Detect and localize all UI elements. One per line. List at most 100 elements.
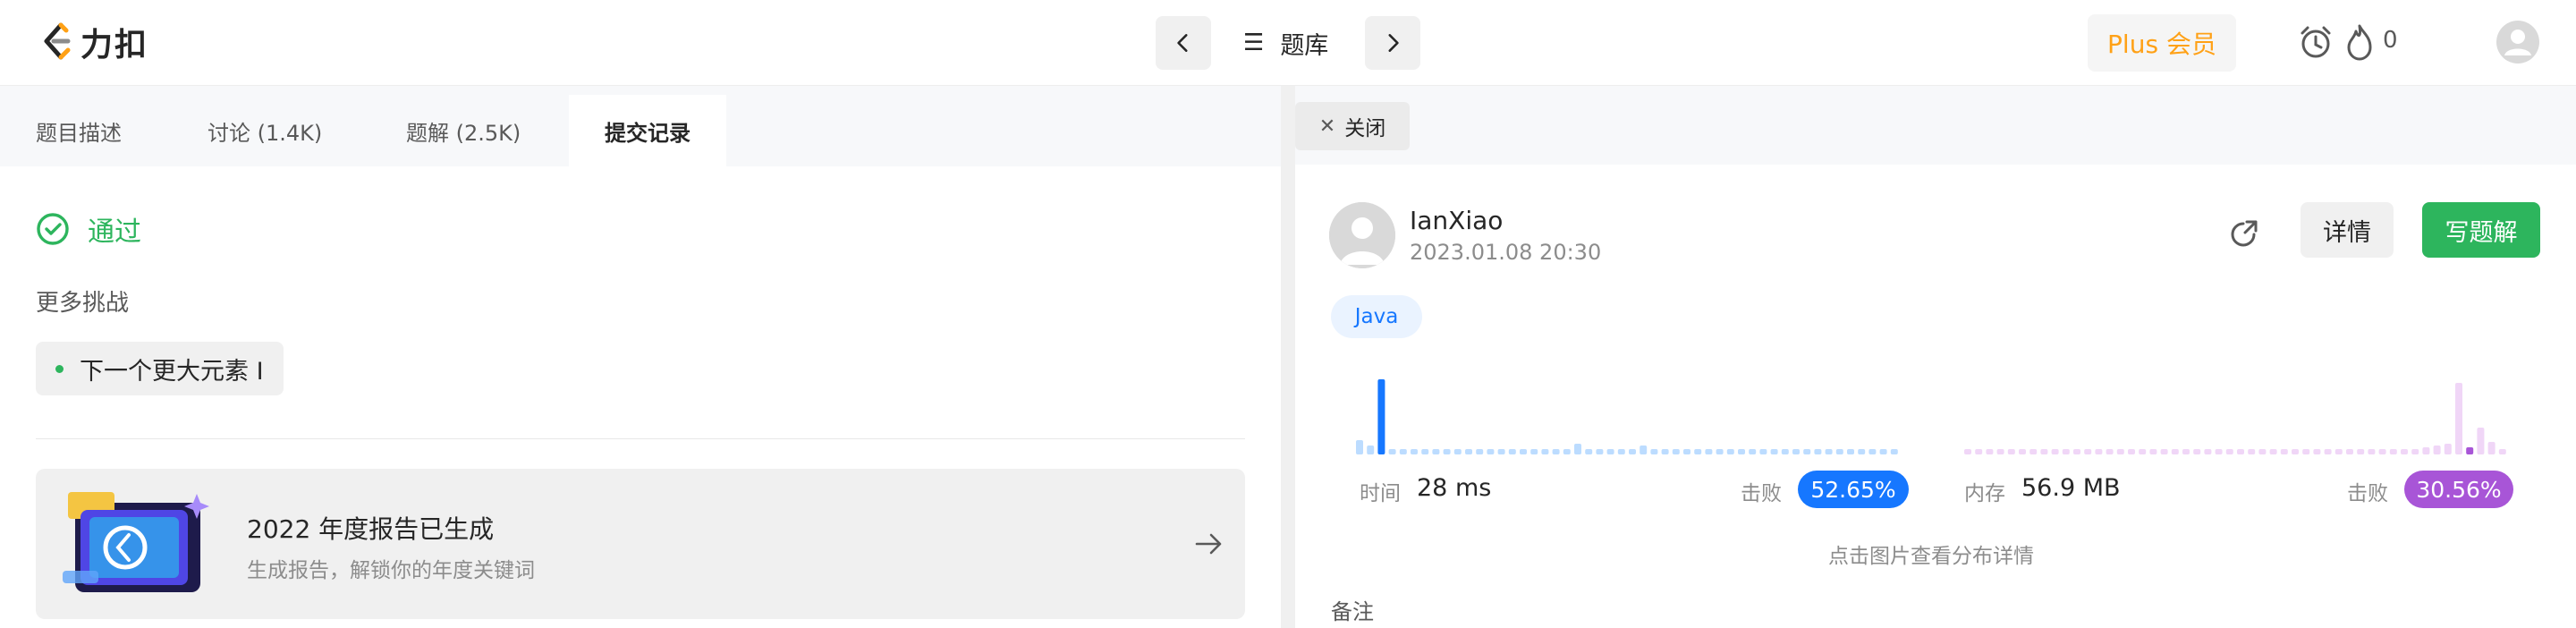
- memory-distribution-bar: [2258, 449, 2267, 454]
- memory-distribution-bar: [2269, 449, 2277, 454]
- user-avatar-icon[interactable]: [2496, 20, 2540, 64]
- runtime-distribution-bar: [1781, 449, 1789, 454]
- memory-beat-label: 击败: [2347, 482, 2388, 505]
- share-icon[interactable]: [2222, 211, 2267, 256]
- runtime-distribution-bar: [1596, 449, 1604, 454]
- next-problem-chip[interactable]: 下一个更大元素 I: [36, 342, 284, 395]
- runtime-distribution-bar: [1443, 449, 1451, 454]
- tab-solutions[interactable]: 题解 (2.5K): [406, 95, 521, 166]
- chevron-left-icon: [1177, 34, 1188, 52]
- runtime-distribution-bar: [1563, 449, 1571, 454]
- panel-splitter[interactable]: [1281, 86, 1295, 628]
- runtime-distribution-bar: [1530, 449, 1538, 454]
- memory-distribution-bar: [2225, 449, 2233, 454]
- more-challenges-heading: 更多挑战: [36, 290, 130, 317]
- runtime-value: 28 ms: [1417, 474, 1492, 502]
- report-illustration: [63, 488, 215, 599]
- memory-distribution-bar: [2215, 449, 2223, 454]
- runtime-distribution-bar: [1367, 446, 1375, 454]
- annual-report-card[interactable]: [36, 469, 1245, 619]
- leetcode-logo[interactable]: 力扣: [39, 20, 148, 64]
- memory-distribution-bar: [2051, 449, 2059, 454]
- runtime-distribution-bar: [1377, 379, 1385, 454]
- tab-submissions[interactable]: 提交记录: [569, 95, 726, 166]
- memory-distribution-bar: [2029, 449, 2038, 454]
- memory-distribution-bar: [2444, 444, 2452, 454]
- prev-problem-button[interactable]: [1156, 16, 1211, 70]
- runtime-distribution-bar: [1683, 449, 1690, 454]
- runtime-distribution-bar: [1672, 449, 1680, 454]
- memory-distribution-chart[interactable]: [1964, 376, 2517, 460]
- memory-distribution-bar: [2095, 449, 2103, 454]
- runtime-distribution-bar: [1399, 449, 1407, 454]
- distribution-hint: 点击图片查看分布详情: [1828, 545, 2034, 568]
- streak-count: 0: [2383, 27, 2398, 54]
- tab-discussion[interactable]: 讨论 (1.4K): [208, 95, 322, 166]
- runtime-distribution-bar: [1497, 449, 1505, 454]
- leetcode-logo-icon: [39, 21, 75, 63]
- runtime-distribution-bar: [1661, 449, 1669, 454]
- runtime-distribution-bar: [1770, 449, 1778, 454]
- memory-distribution-bar: [2084, 449, 2092, 454]
- close-button[interactable]: ✕ 关闭: [1295, 102, 1410, 150]
- memory-label: 内存: [1964, 482, 2005, 505]
- runtime-distribution-bar: [1411, 449, 1418, 454]
- runtime-distribution-bar: [1629, 449, 1636, 454]
- runtime-distribution-chart[interactable]: [1356, 376, 1909, 460]
- language-tag: Java: [1331, 295, 1422, 338]
- submitter-name[interactable]: IanXiao: [1410, 206, 1503, 235]
- runtime-distribution-bar: [1716, 449, 1724, 454]
- runtime-distribution-bar: [1759, 449, 1767, 454]
- close-label: 关闭: [1344, 117, 1386, 140]
- runtime-distribution-bar: [1694, 449, 1702, 454]
- runtime-distribution-bar: [1835, 449, 1843, 454]
- difficulty-dot: [55, 364, 64, 373]
- memory-value: 56.9 MB: [2021, 474, 2121, 502]
- details-button[interactable]: 详情: [2301, 202, 2394, 258]
- runtime-distribution-bar: [1847, 449, 1854, 454]
- memory-distribution-bar: [2455, 383, 2462, 454]
- memory-distribution-bar: [2378, 449, 2386, 454]
- memory-distribution-bar: [2040, 449, 2048, 454]
- arrow-right-icon: [1191, 526, 1227, 562]
- alarm-clock-icon[interactable]: [2293, 20, 2338, 64]
- memory-distribution-bar: [2302, 449, 2310, 454]
- top-navbar: 力扣 ☰ 题库 Plus 会员 0: [0, 0, 2576, 86]
- memory-distribution-bar: [2433, 446, 2441, 454]
- runtime-distribution-bar: [1487, 449, 1495, 454]
- memory-distribution-bar: [2237, 449, 2244, 454]
- memory-distribution-bar: [2149, 449, 2157, 454]
- memory-distribution-bar: [2401, 449, 2408, 454]
- divider: [36, 438, 1245, 439]
- runtime-label: 时间: [1360, 482, 1401, 505]
- tab-description[interactable]: 题目描述: [36, 95, 122, 166]
- memory-distribution-bar: [2368, 449, 2376, 454]
- runtime-beat-label: 击败: [1741, 482, 1782, 505]
- memory-distribution-bar: [2313, 449, 2321, 454]
- report-subtitle: 生成报告，解锁你的年度关键词: [247, 559, 535, 582]
- plus-membership-button[interactable]: Plus 会员: [2088, 14, 2236, 72]
- memory-distribution-bar: [2007, 449, 2015, 454]
- runtime-distribution-bar: [1749, 449, 1757, 454]
- memory-distribution-bar: [2477, 428, 2485, 454]
- next-problem-button[interactable]: [1365, 16, 1420, 70]
- submitter-avatar[interactable]: [1329, 202, 1395, 268]
- memory-distribution-bar: [2062, 449, 2070, 454]
- problem-list-button[interactable]: ☰ 题库: [1243, 23, 1328, 63]
- memory-distribution-bar: [2357, 449, 2365, 454]
- memory-distribution-bar: [2248, 449, 2256, 454]
- runtime-distribution-bar: [1617, 449, 1625, 454]
- memory-distribution-bar: [2116, 449, 2124, 454]
- flame-icon[interactable]: [2342, 20, 2377, 64]
- runtime-distribution-bar: [1825, 449, 1833, 454]
- memory-distribution-bar: [2411, 449, 2419, 454]
- memory-distribution-bar: [2182, 449, 2190, 454]
- runtime-beat-badge: 52.65%: [1798, 471, 1909, 508]
- memory-distribution-bar: [1986, 449, 1994, 454]
- chevron-right-icon: [1388, 34, 1399, 52]
- submission-status: 通过: [36, 209, 141, 249]
- submission-date: 2023.01.08 20:30: [1410, 240, 1602, 265]
- memory-distribution-bar: [2346, 449, 2353, 454]
- memory-distribution-bar: [2292, 449, 2299, 454]
- write-solution-button[interactable]: 写题解: [2422, 202, 2540, 258]
